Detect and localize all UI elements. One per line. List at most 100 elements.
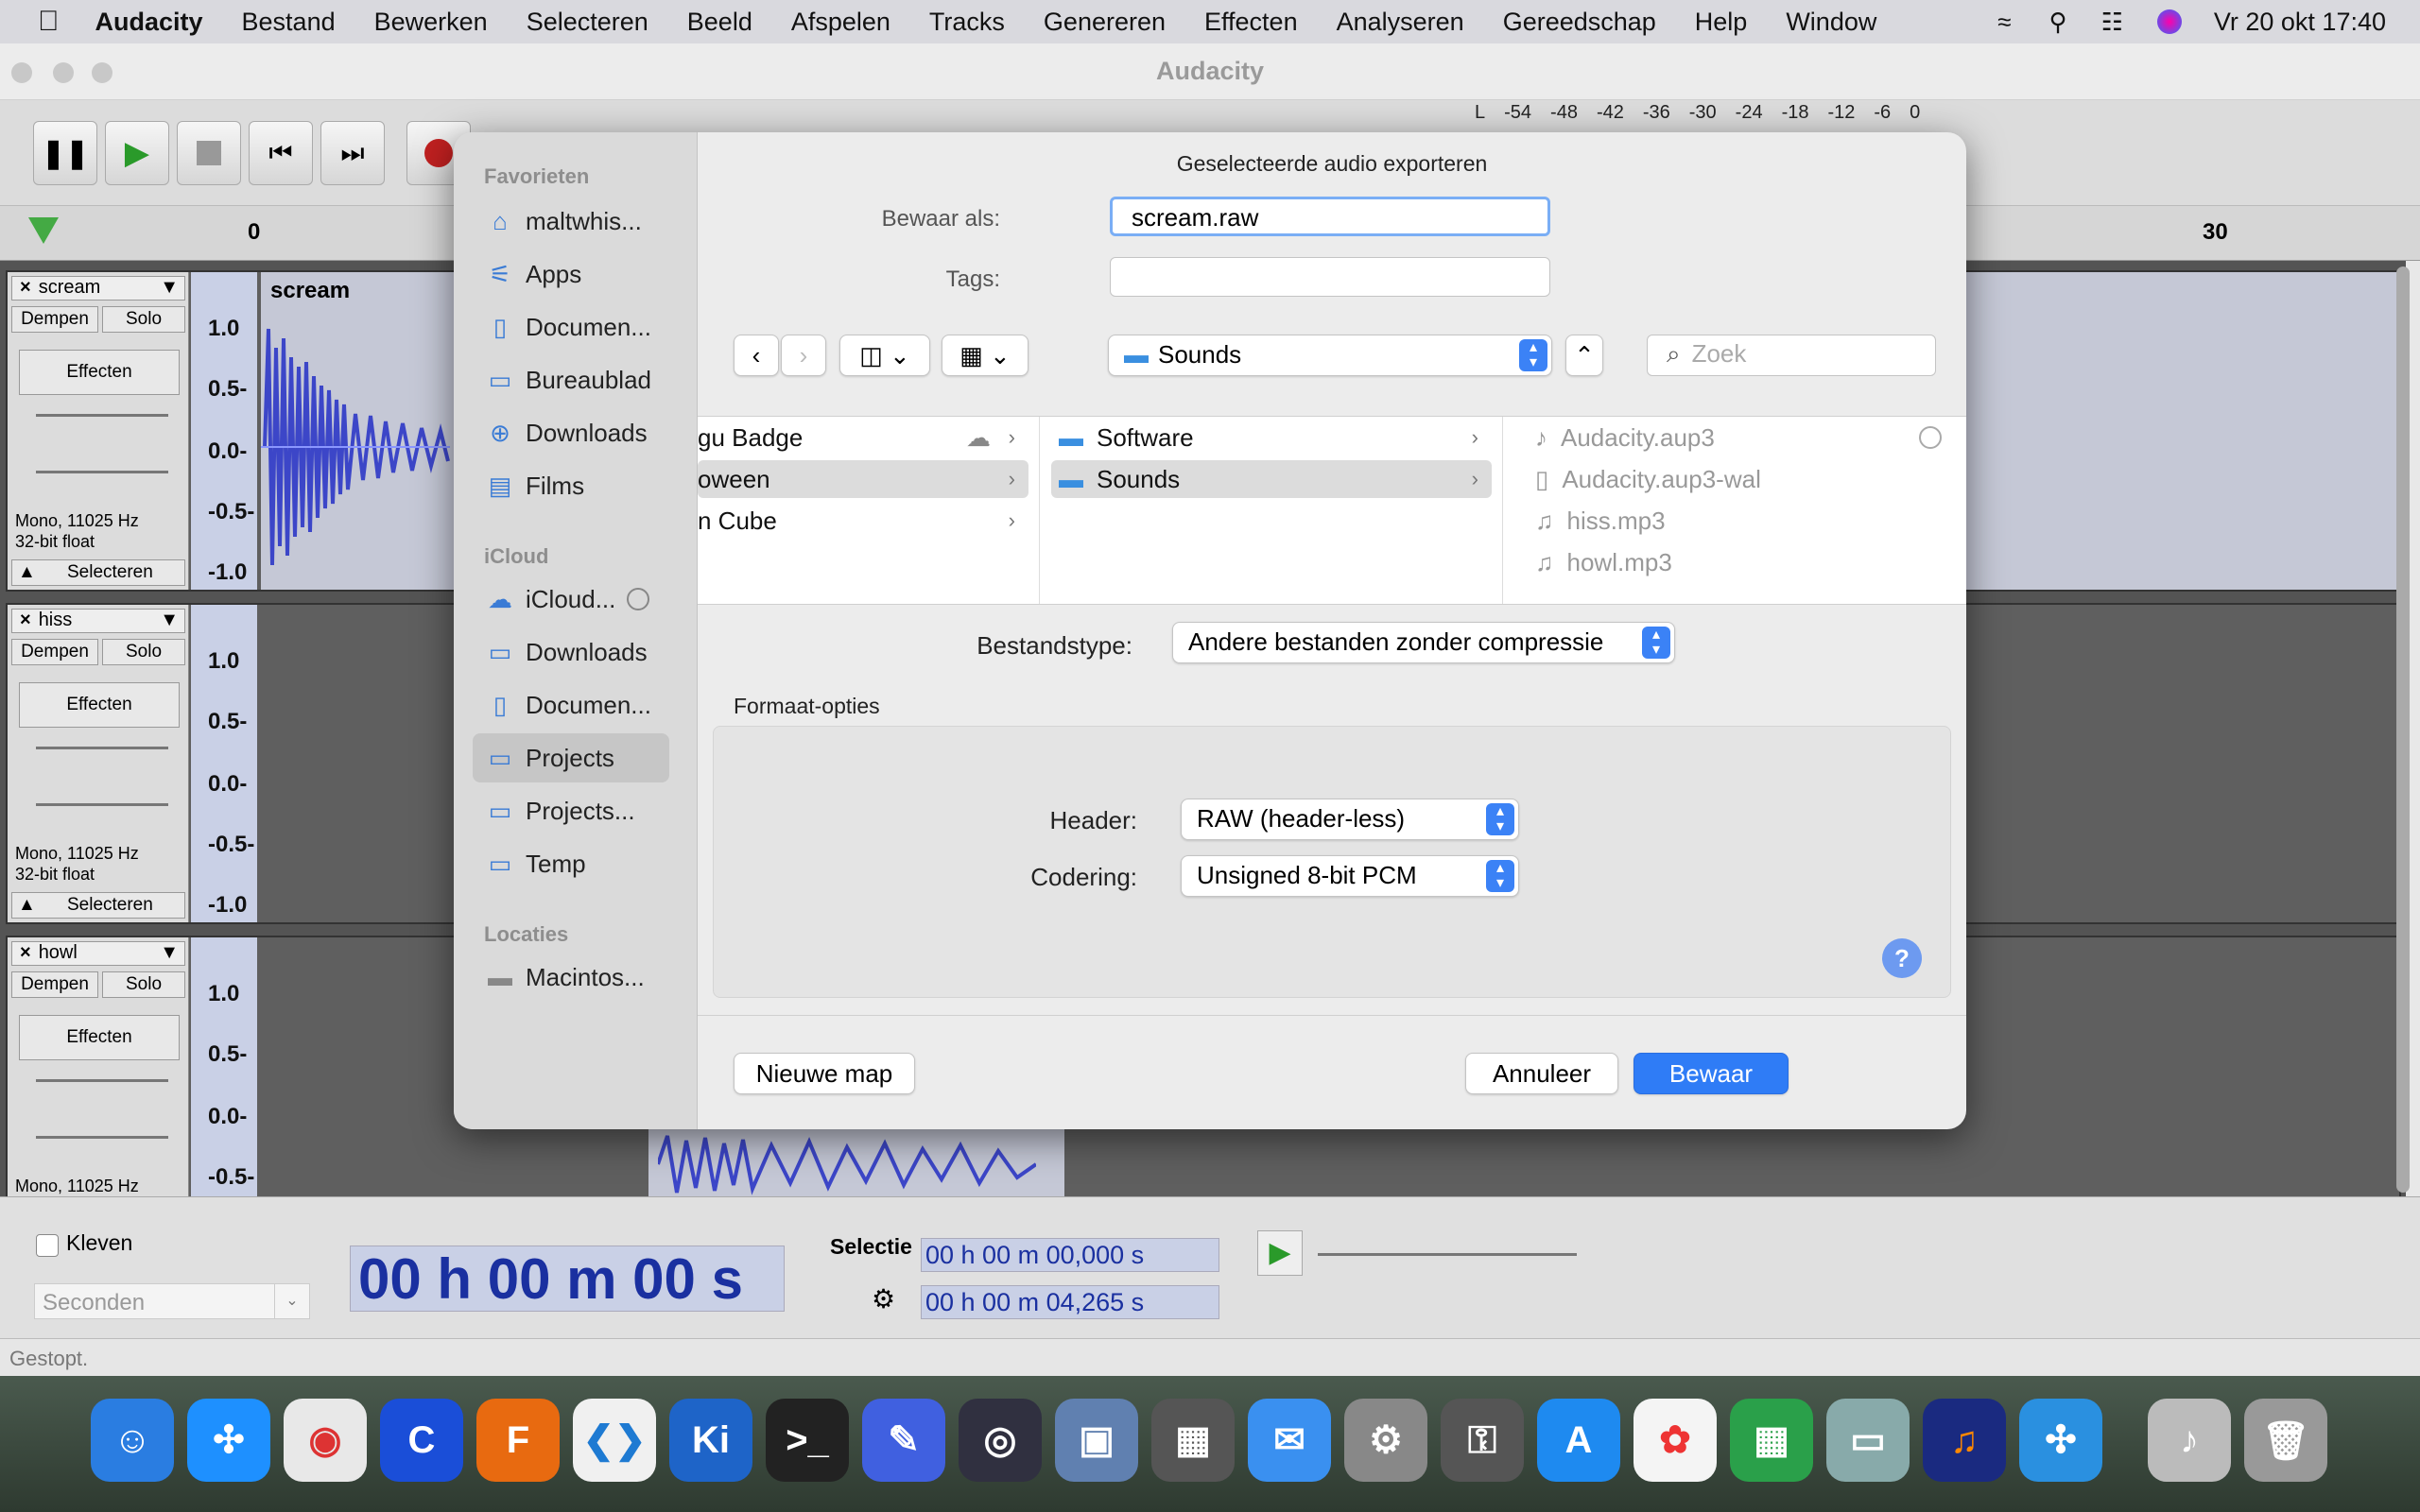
group-button[interactable]: ▦ ⌄	[942, 335, 1028, 376]
track-close-icon[interactable]: ×	[20, 277, 31, 298]
search-field[interactable]: ⌕ Zoek	[1647, 335, 1936, 376]
keychain-icon[interactable]: ⚿	[1441, 1399, 1524, 1482]
track-close-icon[interactable]: ×	[20, 610, 31, 630]
pan-slider[interactable]	[36, 803, 168, 806]
file-row[interactable]: ▯ Audacity.aup3-wal	[1535, 460, 1951, 498]
collapse-icon[interactable]: ▲	[18, 560, 36, 585]
effects-button[interactable]: Effecten	[19, 1015, 180, 1060]
gear-icon[interactable]: ⚙	[872, 1283, 895, 1314]
trash-icon[interactable]: 🗑	[2244, 1399, 2327, 1482]
photos-icon[interactable]: ✿	[1634, 1399, 1717, 1482]
select-track-button[interactable]: ▲ Selecteren	[11, 892, 185, 919]
folder-row[interactable]: n Cube ›	[698, 502, 1028, 540]
tags-input[interactable]	[1110, 257, 1550, 297]
audacity-icon[interactable]: ♫	[1923, 1399, 2006, 1482]
apple-icon[interactable]: 	[38, 6, 60, 38]
selection-end[interactable]: 00 h 00 m 04,265 s	[921, 1285, 1219, 1319]
menu-bewerken[interactable]: Bewerken	[374, 8, 488, 37]
control-center-icon[interactable]: ☷	[2101, 8, 2123, 37]
menu-window[interactable]: Window	[1786, 8, 1876, 37]
pencil-app-icon[interactable]: ✎	[862, 1399, 945, 1482]
music-folder-icon[interactable]: ♪	[2148, 1399, 2231, 1482]
play-at-speed-button[interactable]: ▶	[1257, 1230, 1303, 1276]
location-popup[interactable]: ▬ Sounds ▴ ▾	[1108, 335, 1552, 376]
menu-selecteren[interactable]: Selecteren	[527, 8, 648, 37]
header-popup[interactable]: RAW (header-less) ▴ ▾	[1181, 799, 1519, 840]
effects-button[interactable]: Effecten	[19, 350, 180, 395]
track-name-menu[interactable]: × howl ▼	[11, 941, 185, 966]
menu-audacity[interactable]: Audacity	[95, 8, 203, 37]
selection-start[interactable]: 00 h 00 m 00,000 s	[921, 1238, 1219, 1272]
safari-tech-icon[interactable]: ✣	[2019, 1399, 2102, 1482]
mute-button[interactable]: Dempen	[11, 971, 98, 998]
sidebar-item-temp[interactable]: ▭ Temp	[473, 839, 669, 888]
timeline-options-icon[interactable]	[28, 217, 59, 244]
encoding-popup[interactable]: Unsigned 8-bit PCM ▴ ▾	[1181, 855, 1519, 897]
numbers-icon[interactable]: ▦	[1730, 1399, 1813, 1482]
folder-row-sounds[interactable]: ▬ Sounds ›	[1051, 460, 1492, 498]
stop-button[interactable]	[177, 121, 241, 185]
c-app-icon[interactable]: C	[380, 1399, 463, 1482]
playback-speed-slider[interactable]	[1318, 1253, 1577, 1256]
menu-clock[interactable]: Vr 20 okt 17:40	[2214, 8, 2386, 37]
solo-button[interactable]: Solo	[102, 306, 185, 333]
sidebar-item-projects-2[interactable]: ▭ Projects...	[473, 786, 669, 835]
folder-row-selected[interactable]: oween ›	[698, 460, 1028, 498]
pan-slider[interactable]	[36, 471, 168, 473]
skip-end-button[interactable]: ⏭	[320, 121, 385, 185]
sidebar-item-icloud-documents[interactable]: ▯ Documen...	[473, 680, 669, 730]
menu-afspelen[interactable]: Afspelen	[791, 8, 890, 37]
cancel-button[interactable]: Annuleer	[1465, 1053, 1618, 1094]
mute-button[interactable]: Dempen	[11, 306, 98, 333]
folder-row[interactable]: gu Badge ☁ ›	[698, 419, 1028, 456]
view-mode-button[interactable]: ◫ ⌄	[839, 335, 930, 376]
menu-tracks[interactable]: Tracks	[929, 8, 1005, 37]
solo-button[interactable]: Solo	[102, 639, 185, 665]
file-type-popup[interactable]: Andere bestanden zonder compressie ▴ ▾	[1172, 622, 1675, 663]
obs-icon[interactable]: ◎	[959, 1399, 1042, 1482]
menu-analyseren[interactable]: Analyseren	[1337, 8, 1464, 37]
pause-button[interactable]: ❚❚	[33, 121, 97, 185]
safari-icon[interactable]: ✣	[187, 1399, 270, 1482]
menu-effecten[interactable]: Effecten	[1204, 8, 1298, 37]
spotlight-icon[interactable]: ⚲	[2049, 8, 2067, 37]
menu-bestand[interactable]: Bestand	[242, 8, 336, 37]
collapse-icon[interactable]: ▲	[18, 893, 36, 918]
ki-icon[interactable]: Ki	[669, 1399, 752, 1482]
sidebar-item-documents[interactable]: ▯ Documen...	[473, 302, 669, 352]
time-display[interactable]: 00 h 00 m 00 s	[350, 1246, 785, 1312]
forward-button[interactable]: ›	[781, 335, 826, 376]
select-track-button[interactable]: ▲ Selecteren	[11, 559, 185, 586]
sidebar-item-desktop[interactable]: ▭ Bureaublad	[473, 355, 669, 404]
app-store-icon[interactable]: A	[1537, 1399, 1620, 1482]
menu-help[interactable]: Help	[1695, 8, 1748, 37]
file-row[interactable]: ♫ howl.mp3	[1535, 543, 1951, 581]
collapse-browser-button[interactable]: ⌃	[1565, 335, 1603, 376]
vscode-icon[interactable]: ❮❯	[573, 1399, 656, 1482]
finder-icon[interactable]: ☺	[91, 1399, 174, 1482]
parallels-icon[interactable]: ▣	[1055, 1399, 1138, 1482]
chevron-down-icon[interactable]: ⌄	[274, 1283, 310, 1319]
filename-input[interactable]: scream.raw	[1110, 197, 1550, 236]
menu-genereren[interactable]: Genereren	[1044, 8, 1166, 37]
track-name-menu[interactable]: × hiss ▼	[11, 609, 185, 633]
mute-button[interactable]: Dempen	[11, 639, 98, 665]
file-row[interactable]: ♪ Audacity.aup3	[1535, 419, 1951, 456]
file-row[interactable]: ♫ hiss.mp3	[1535, 502, 1951, 540]
calculator-icon[interactable]: ▦	[1151, 1399, 1235, 1482]
folder-row-software[interactable]: ▬ Software ›	[1051, 419, 1492, 456]
sidebar-item-macintosh-hd[interactable]: ▬ Macintos...	[473, 953, 669, 1002]
track-name-menu[interactable]: × scream ▼	[11, 276, 185, 301]
sidebar-item-apps[interactable]: ⚟ Apps	[473, 249, 669, 299]
gain-slider[interactable]	[36, 414, 168, 417]
help-button[interactable]: ?	[1882, 938, 1922, 978]
solo-button[interactable]: Solo	[102, 971, 185, 998]
mail-icon[interactable]: ✉	[1248, 1399, 1331, 1482]
pan-slider[interactable]	[36, 1136, 168, 1139]
sidebar-item-projects[interactable]: ▭ Projects	[473, 733, 669, 782]
snap-checkbox[interactable]	[36, 1234, 59, 1257]
effects-button[interactable]: Effecten	[19, 682, 180, 728]
chrome-icon[interactable]: ◉	[284, 1399, 367, 1482]
preview-icon[interactable]: ▭	[1826, 1399, 1910, 1482]
system-settings-icon[interactable]: ⚙	[1344, 1399, 1427, 1482]
